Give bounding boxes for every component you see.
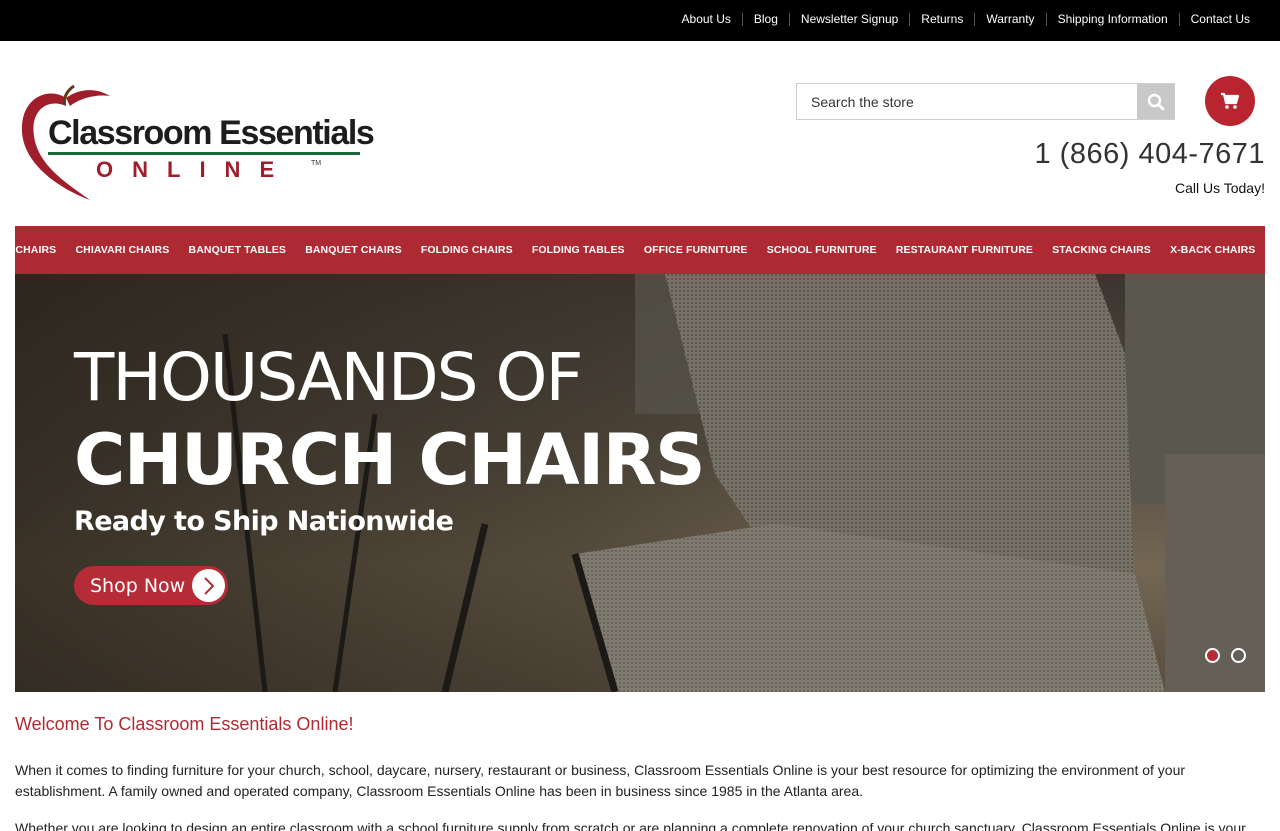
- nav-item-banquet-chairs[interactable]: BANQUET CHAIRS: [296, 244, 412, 256]
- nav-item-x-back-chairs[interactable]: X-BACK CHAIRS: [1161, 244, 1266, 256]
- utility-links: About Us Blog Newsletter Signup Returns …: [671, 13, 1250, 26]
- nav-item-folding-chairs[interactable]: FOLDING CHAIRS: [411, 244, 522, 256]
- intro-paragraph-2: Whether you are looking to design an ent…: [15, 820, 1246, 831]
- call-us-tagline: Call Us Today!: [1174, 180, 1265, 196]
- search-bar: [796, 83, 1175, 120]
- slider-pagination: [1205, 648, 1246, 663]
- slide-dot-1[interactable]: [1205, 648, 1220, 663]
- logo-rule: [48, 152, 360, 155]
- shop-now-button[interactable]: Shop Now: [74, 566, 228, 605]
- utility-link-contact-us[interactable]: Contact Us: [1178, 13, 1250, 26]
- utility-link-returns[interactable]: Returns: [909, 13, 974, 26]
- logo-wordmark: Classroom Essentials: [48, 114, 375, 152]
- search-icon: [1147, 93, 1164, 110]
- utility-link-warranty[interactable]: Warranty: [974, 13, 1045, 26]
- nav-item-folding-tables[interactable]: FOLDING TABLES: [522, 244, 634, 256]
- nav-item-church-chairs[interactable]: CHURCH CHAIRS: [0, 244, 66, 256]
- welcome-heading: Welcome To Classroom Essentials Online!: [15, 714, 354, 734]
- hero-heading-line2: CHURCH CHAIRS: [74, 419, 706, 501]
- utility-link-newsletter-signup[interactable]: Newsletter Signup: [788, 13, 909, 26]
- nav-item-restaurant-furniture[interactable]: RESTAURANT FURNITURE: [886, 244, 1042, 256]
- hero-slider[interactable]: THOUSANDS OF CHURCH CHAIRS Ready to Ship…: [15, 274, 1265, 692]
- top-utility-bar: About Us Blog Newsletter Signup Returns …: [0, 0, 1280, 41]
- utility-link-about-us[interactable]: About Us: [671, 13, 742, 26]
- shopping-cart-icon: [1221, 92, 1240, 109]
- utility-link-blog[interactable]: Blog: [741, 13, 789, 26]
- nav-item-banquet-tables[interactable]: BANQUET TABLES: [179, 244, 296, 256]
- intro-paragraph: When it comes to finding furniture for y…: [15, 762, 1186, 799]
- shop-now-label: Shop Now: [90, 574, 186, 597]
- search-button[interactable]: [1137, 84, 1174, 119]
- nav-item-office-furniture[interactable]: OFFICE FURNITURE: [634, 244, 757, 256]
- logo-trademark: TM: [311, 160, 322, 167]
- chevron-right-icon: [192, 569, 225, 602]
- hero-subheading: Ready to Ship Nationwide: [74, 506, 454, 537]
- slide-dot-2[interactable]: [1231, 648, 1246, 663]
- cart-button[interactable]: [1205, 76, 1255, 126]
- phone-number[interactable]: 1 (866) 404-7671: [1035, 138, 1266, 171]
- logo-subword: ONLINE: [96, 157, 294, 182]
- nav-item-school-furniture[interactable]: SCHOOL FURNITURE: [757, 244, 886, 256]
- main-navigation: CHURCH CHAIRS CHIAVARI CHAIRS BANQUET TA…: [0, 226, 1266, 274]
- nav-item-chiavari-chairs[interactable]: CHIAVARI CHAIRS: [66, 244, 179, 256]
- nav-item-stacking-chairs[interactable]: STACKING CHAIRS: [1043, 244, 1161, 256]
- search-input[interactable]: [797, 84, 1138, 119]
- hero-heading-line1: THOUSANDS OF: [74, 339, 583, 416]
- site-logo[interactable]: Classroom Essentials ONLINE TM: [18, 84, 375, 204]
- utility-link-shipping-information[interactable]: Shipping Information: [1045, 13, 1179, 26]
